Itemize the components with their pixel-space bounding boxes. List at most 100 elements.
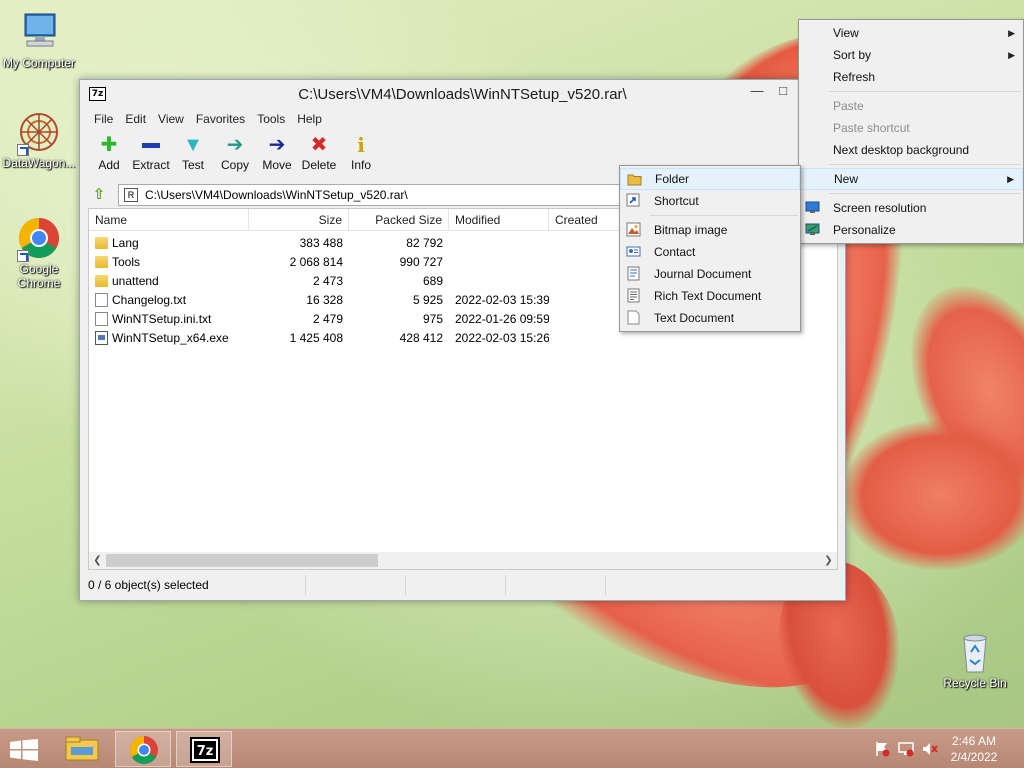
minus-icon [130, 134, 172, 156]
menu-item-label: Sort by [833, 48, 872, 62]
action-center-flag-icon[interactable] [874, 741, 890, 760]
menu-edit[interactable]: Edit [119, 112, 152, 126]
new-menu-item-bitmap-image[interactable]: Bitmap image [620, 219, 800, 241]
file-name: Lang [112, 235, 139, 250]
start-button[interactable] [10, 739, 38, 764]
maximize-button[interactable]: □ [770, 82, 796, 102]
folder-icon [95, 255, 108, 268]
column-size[interactable]: Size [249, 209, 349, 230]
file-packed-size: 689 [422, 273, 443, 288]
new-menu-item-rich-text-document[interactable]: Rich Text Document [620, 285, 800, 307]
file-name-cell: WinNTSetup_x64.exe [89, 330, 249, 345]
menu-help[interactable]: Help [291, 112, 328, 126]
title-bar[interactable]: 7z C:\Users\VM4\Downloads\WinNTSetup_v52… [80, 80, 845, 108]
check-icon: ▼ [183, 134, 203, 156]
status-segment [306, 575, 406, 595]
menu-item-label: Text Document [654, 311, 735, 325]
desktop-icon-label: DataWagon... [2, 156, 76, 170]
delete-label: Delete [301, 158, 337, 172]
x-icon: ✖ [310, 134, 328, 156]
menu-item-label: Rich Text Document [654, 289, 762, 303]
chrome-icon [17, 216, 61, 262]
add-button[interactable]: ✚ Add [88, 130, 130, 182]
scroll-left-icon[interactable]: ❮ [89, 552, 106, 569]
system-clock[interactable]: 2:46 AM 2/4/2022 [944, 733, 1004, 765]
desktop-menu-item-new[interactable]: New ▶ [799, 168, 1023, 190]
add-label: Add [98, 158, 120, 172]
menu-separator [829, 193, 1021, 194]
new-menu-item-contact[interactable]: Contact [620, 241, 800, 263]
monitor-icon [805, 200, 820, 215]
new-menu-item-journal-document[interactable]: Journal Document [620, 263, 800, 285]
copy-label: Copy [220, 158, 249, 172]
desktop-icon-recycle-bin[interactable]: Recycle Bin [936, 630, 1014, 690]
menu-item-label: Contact [654, 245, 696, 259]
column-name[interactable]: Name [89, 209, 249, 230]
desktop-menu-item-personalize[interactable]: Personalize [799, 219, 1023, 241]
file-name-cell: Tools [89, 255, 249, 269]
desktop-icon-label: Recycle Bin [943, 676, 1007, 690]
move-button[interactable]: ➔ Move [256, 130, 298, 182]
new-menu-item-folder[interactable]: Folder [620, 168, 800, 190]
taskbar-chrome[interactable] [115, 731, 171, 767]
desktop-icon-label: My Computer [2, 56, 76, 70]
move-label: Move [262, 158, 292, 172]
file-name-cell: WinNTSetup.ini.txt [89, 311, 249, 326]
shortcut-arrow-icon [17, 250, 29, 262]
volume-muted-icon[interactable] [922, 741, 938, 760]
taskbar-file-explorer[interactable] [54, 731, 110, 767]
minimize-button[interactable]: — [744, 82, 770, 102]
personalize-icon [805, 222, 820, 237]
new-menu-item-text-document[interactable]: Text Document [620, 307, 800, 329]
file-manager-window[interactable]: 7z C:\Users\VM4\Downloads\WinNTSetup_v52… [79, 79, 846, 601]
file-name: Changelog.txt [112, 292, 187, 307]
desktop-icon-datawagon[interactable]: DataWagon... [0, 110, 78, 170]
column-modified[interactable]: Modified [449, 209, 549, 230]
text-document-icon [626, 310, 641, 325]
shortcut-arrow-icon [17, 144, 29, 156]
desktop-icon-google-chrome[interactable]: Google Chrome [0, 216, 78, 290]
new-submenu: Folder Shortcut Bitmap image Contact Journal… [619, 165, 801, 332]
7zip-icon: 7z [190, 737, 220, 763]
up-folder-icon[interactable]: ⇧ [90, 186, 108, 204]
menu-item-label: View [833, 26, 859, 40]
copy-button[interactable]: ➔ Copy [214, 130, 256, 182]
column-packed-size[interactable]: Packed Size [349, 209, 449, 230]
menu-bar: File Edit View Favorites Tools Help [80, 108, 845, 130]
datawagon-icon [17, 110, 61, 156]
menu-favorites[interactable]: Favorites [190, 112, 251, 126]
status-segment [406, 575, 506, 595]
network-icon[interactable] [898, 741, 914, 760]
desktop-menu-item-refresh[interactable]: Refresh [799, 66, 1023, 88]
column-created[interactable]: Created [549, 209, 629, 230]
plus-icon: ✚ [100, 134, 118, 156]
desktop-icon-my-computer[interactable]: My Computer [0, 10, 78, 70]
desktop-menu-item-screen-resolution[interactable]: Screen resolution [799, 197, 1023, 219]
new-menu-item-shortcut[interactable]: Shortcut [620, 190, 800, 212]
desktop-menu-item-view[interactable]: View ▶ [799, 22, 1023, 44]
bitmap-icon [626, 222, 641, 237]
menu-tools[interactable]: Tools [251, 112, 291, 126]
scrollbar-thumb[interactable] [106, 554, 378, 567]
menu-file[interactable]: File [88, 112, 119, 126]
menu-separator [650, 215, 798, 216]
menu-item-label: Next desktop background [833, 143, 970, 157]
extract-button[interactable]: Extract [130, 130, 172, 182]
info-button[interactable]: i Info [340, 130, 382, 182]
submenu-arrow-icon: ▶ [1008, 28, 1015, 38]
desktop-menu-item-next-desktop-background[interactable]: Next desktop background [799, 139, 1023, 161]
horizontal-scrollbar[interactable]: ❮ ❯ [89, 552, 837, 569]
menu-view[interactable]: View [152, 112, 190, 126]
taskbar-7zip[interactable]: 7z [176, 731, 232, 767]
exe-file-icon [95, 330, 108, 345]
extract-label: Extract [132, 158, 170, 172]
file-name-cell: unattend [89, 274, 249, 288]
menu-item-label: Screen resolution [833, 201, 927, 215]
delete-button[interactable]: ✖ Delete [298, 130, 340, 182]
menu-item-label: Paste [833, 99, 864, 113]
scroll-right-icon[interactable]: ❯ [820, 552, 837, 569]
desktop-menu-item-sort-by[interactable]: Sort by ▶ [799, 44, 1023, 66]
info-label: Info [350, 158, 371, 172]
test-button[interactable]: ▼ Test [172, 130, 214, 182]
address-input[interactable]: R C:\Users\VM4\Downloads\WinNTSetup_v520… [118, 184, 623, 206]
